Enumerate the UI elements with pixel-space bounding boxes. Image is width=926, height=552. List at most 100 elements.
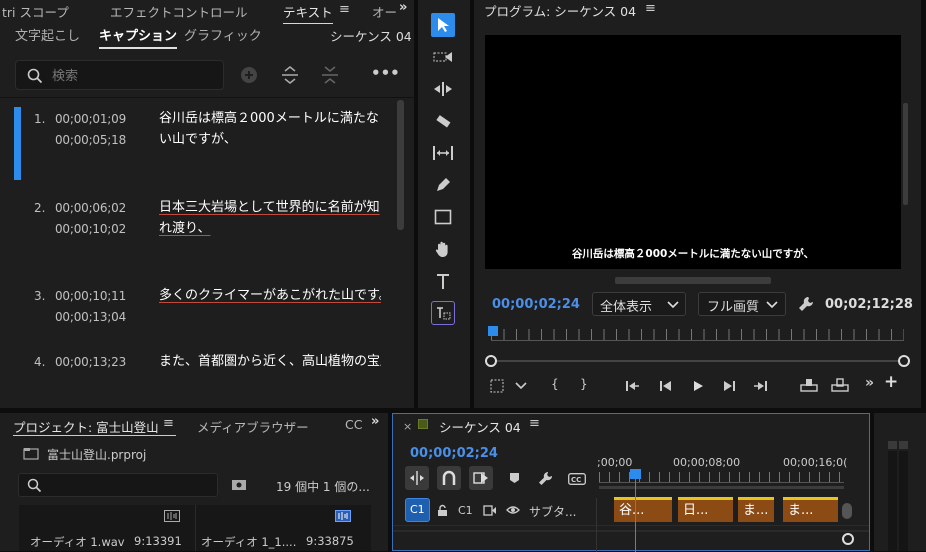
selection-tool-icon[interactable] xyxy=(431,13,455,37)
new-bin-icon[interactable] xyxy=(231,478,247,491)
caption-row-4[interactable]: 4. 00;00;13;23 また、首都圏から近く、高山植物の宝庫 xyxy=(0,346,398,368)
program-title[interactable]: プログラム: シーケンス 04 xyxy=(484,1,636,20)
project-item-name[interactable]: オーディオ 1.wav xyxy=(30,534,125,550)
track-target-label: C1 xyxy=(410,503,425,516)
project-search-input[interactable] xyxy=(18,473,218,497)
tab-project[interactable]: プロジェクト: 富士山登山 xyxy=(13,417,159,436)
panel-menu-icon[interactable]: ≡ xyxy=(163,416,174,431)
go-to-out-icon[interactable] xyxy=(753,380,767,392)
caption-clip[interactable]: 日... xyxy=(678,497,733,522)
caption-in-time: 00;00;10;11 xyxy=(55,289,127,303)
sequence-color-icon xyxy=(418,419,428,429)
caption-tool-icon[interactable] xyxy=(431,301,455,325)
wrench-icon[interactable] xyxy=(538,471,553,486)
razor-tool-icon[interactable] xyxy=(431,109,455,133)
go-to-in-icon[interactable] xyxy=(626,380,640,392)
sync-lock-icon[interactable] xyxy=(483,505,497,516)
caption-clip[interactable]: ま... xyxy=(738,497,774,522)
mark-out-icon[interactable]: } xyxy=(580,377,588,391)
zoom-handle-left[interactable] xyxy=(485,355,497,367)
slip-tool-icon[interactable] xyxy=(431,141,455,165)
project-item-name[interactable]: オーディオ 1_1.... xyxy=(201,534,296,550)
split-caption-icon[interactable] xyxy=(280,66,300,84)
subtab-graphics[interactable]: グラフィック xyxy=(184,25,262,44)
tab-text[interactable]: テキスト xyxy=(283,2,333,24)
track-target-c1[interactable]: C1 xyxy=(405,498,430,522)
zoom-handle-right[interactable] xyxy=(898,355,910,367)
viewer-h-scrollbar[interactable] xyxy=(615,277,771,284)
chevron-down-icon[interactable] xyxy=(515,382,527,390)
more-tabs-icon[interactable]: » xyxy=(371,414,379,429)
panel-menu-icon[interactable]: ≡ xyxy=(339,2,350,17)
more-tabs-icon[interactable]: » xyxy=(399,0,407,15)
snap-in-timeline-icon[interactable] xyxy=(405,466,429,490)
add-button-icon[interactable]: + xyxy=(884,372,898,392)
item-divider xyxy=(195,505,196,551)
track-select-tool-icon[interactable] xyxy=(431,45,455,69)
captions-cc-icon[interactable]: CC xyxy=(568,473,586,485)
viewer-scrollbar[interactable] xyxy=(903,103,908,205)
timeline-timecode[interactable]: 00;00;02;24 xyxy=(410,446,498,461)
quality-dropdown[interactable]: フル画質 xyxy=(698,292,786,316)
tab-media-browser[interactable]: メディアブラウザー xyxy=(197,417,309,436)
track-scroll-handle[interactable] xyxy=(842,503,852,519)
tab-other[interactable]: オー xyxy=(372,2,397,21)
type-tool-icon[interactable] xyxy=(431,269,455,293)
subtab-transcript[interactable]: 文字起こし xyxy=(15,25,80,44)
caption-text[interactable]: また、首都圏から近く、高山植物の宝庫 xyxy=(159,351,381,368)
safe-margins-icon[interactable] xyxy=(490,379,504,393)
lift-icon[interactable] xyxy=(800,378,818,392)
project-item-duration: 9:13391 xyxy=(134,534,182,548)
tab-effect-controls[interactable]: エフェクトコントロール xyxy=(110,2,248,21)
close-icon[interactable]: × xyxy=(403,420,412,433)
panel-menu-icon[interactable]: ≡ xyxy=(645,1,656,16)
panel-menu-icon[interactable]: ≡ xyxy=(529,416,540,431)
add-marker-mode-icon[interactable] xyxy=(469,466,493,490)
pen-tool-icon[interactable] xyxy=(431,173,455,197)
scrollbar-thumb[interactable] xyxy=(397,100,404,230)
more-buttons-icon[interactable]: » xyxy=(865,375,874,391)
eye-icon[interactable] xyxy=(506,505,520,515)
mark-in-icon[interactable]: { xyxy=(551,377,559,391)
play-icon[interactable] xyxy=(692,380,704,392)
linked-selection-icon[interactable] xyxy=(437,466,461,490)
ripple-edit-tool-icon[interactable] xyxy=(431,77,455,101)
program-duration: 00;02;12;28 xyxy=(825,297,913,312)
caption-row-2[interactable]: 2. 00;00;06;02 00;00;10;02 日本三大岩場として世界的に… xyxy=(0,190,398,280)
fit-dropdown[interactable]: 全体表示 xyxy=(592,292,686,316)
timeline-zoom-handle[interactable] xyxy=(842,533,854,545)
meter-right xyxy=(899,451,908,551)
step-forward-icon[interactable] xyxy=(723,380,735,392)
caption-in-time: 00;00;13;23 xyxy=(55,355,127,368)
tab-cc[interactable]: CC xyxy=(345,417,362,432)
playhead-marker[interactable] xyxy=(488,326,498,336)
extract-icon[interactable] xyxy=(831,378,849,392)
zoom-bar[interactable] xyxy=(491,360,904,362)
timeline-title[interactable]: シーケンス 04 xyxy=(439,417,521,436)
project-item-duration: 9:33875 xyxy=(306,534,354,548)
merge-captions-icon[interactable] xyxy=(320,66,340,84)
lock-icon[interactable] xyxy=(437,504,448,517)
more-options-icon[interactable]: ••• xyxy=(371,64,400,82)
caption-text[interactable]: 多くのクライマーがあこがれた山です。 xyxy=(159,285,381,306)
program-timecode[interactable]: 00;00;02;24 xyxy=(492,297,580,312)
rectangle-tool-icon[interactable] xyxy=(431,205,455,229)
subtab-captions[interactable]: キャプション xyxy=(99,25,178,49)
caption-number: 3. xyxy=(34,289,46,303)
caption-row-3[interactable]: 3. 00;00;10;11 00;00;13;04 多くのクライマーがあこがれ… xyxy=(0,278,398,348)
video-viewer[interactable]: 谷川岳は標高２000メートルに満たない山ですが、 xyxy=(485,35,901,269)
tab-scopes[interactable]: tri スコープ xyxy=(2,2,69,21)
search-placeholder: 検索 xyxy=(52,69,79,84)
track-label: サブタ... xyxy=(529,505,577,519)
caption-clip[interactable]: ま... xyxy=(783,497,838,522)
marker-icon[interactable] xyxy=(509,472,520,484)
caption-text[interactable]: 谷川岳は標高２000メートルに満たない山ですが、 xyxy=(159,108,381,150)
caption-row-1[interactable]: 1. 00;00;01;09 00;00;05;18 谷川岳は標高２000メート… xyxy=(0,100,398,190)
caption-clip[interactable]: 谷... xyxy=(614,497,672,522)
hand-tool-icon[interactable] xyxy=(431,237,455,261)
wrench-icon[interactable] xyxy=(798,296,814,312)
step-back-icon[interactable] xyxy=(660,380,672,392)
add-caption-icon[interactable] xyxy=(240,66,258,84)
caption-text[interactable]: 日本三大岩場として世界的に名前が知れ渡り、 xyxy=(159,197,381,239)
search-input[interactable]: 検索 xyxy=(15,60,224,90)
